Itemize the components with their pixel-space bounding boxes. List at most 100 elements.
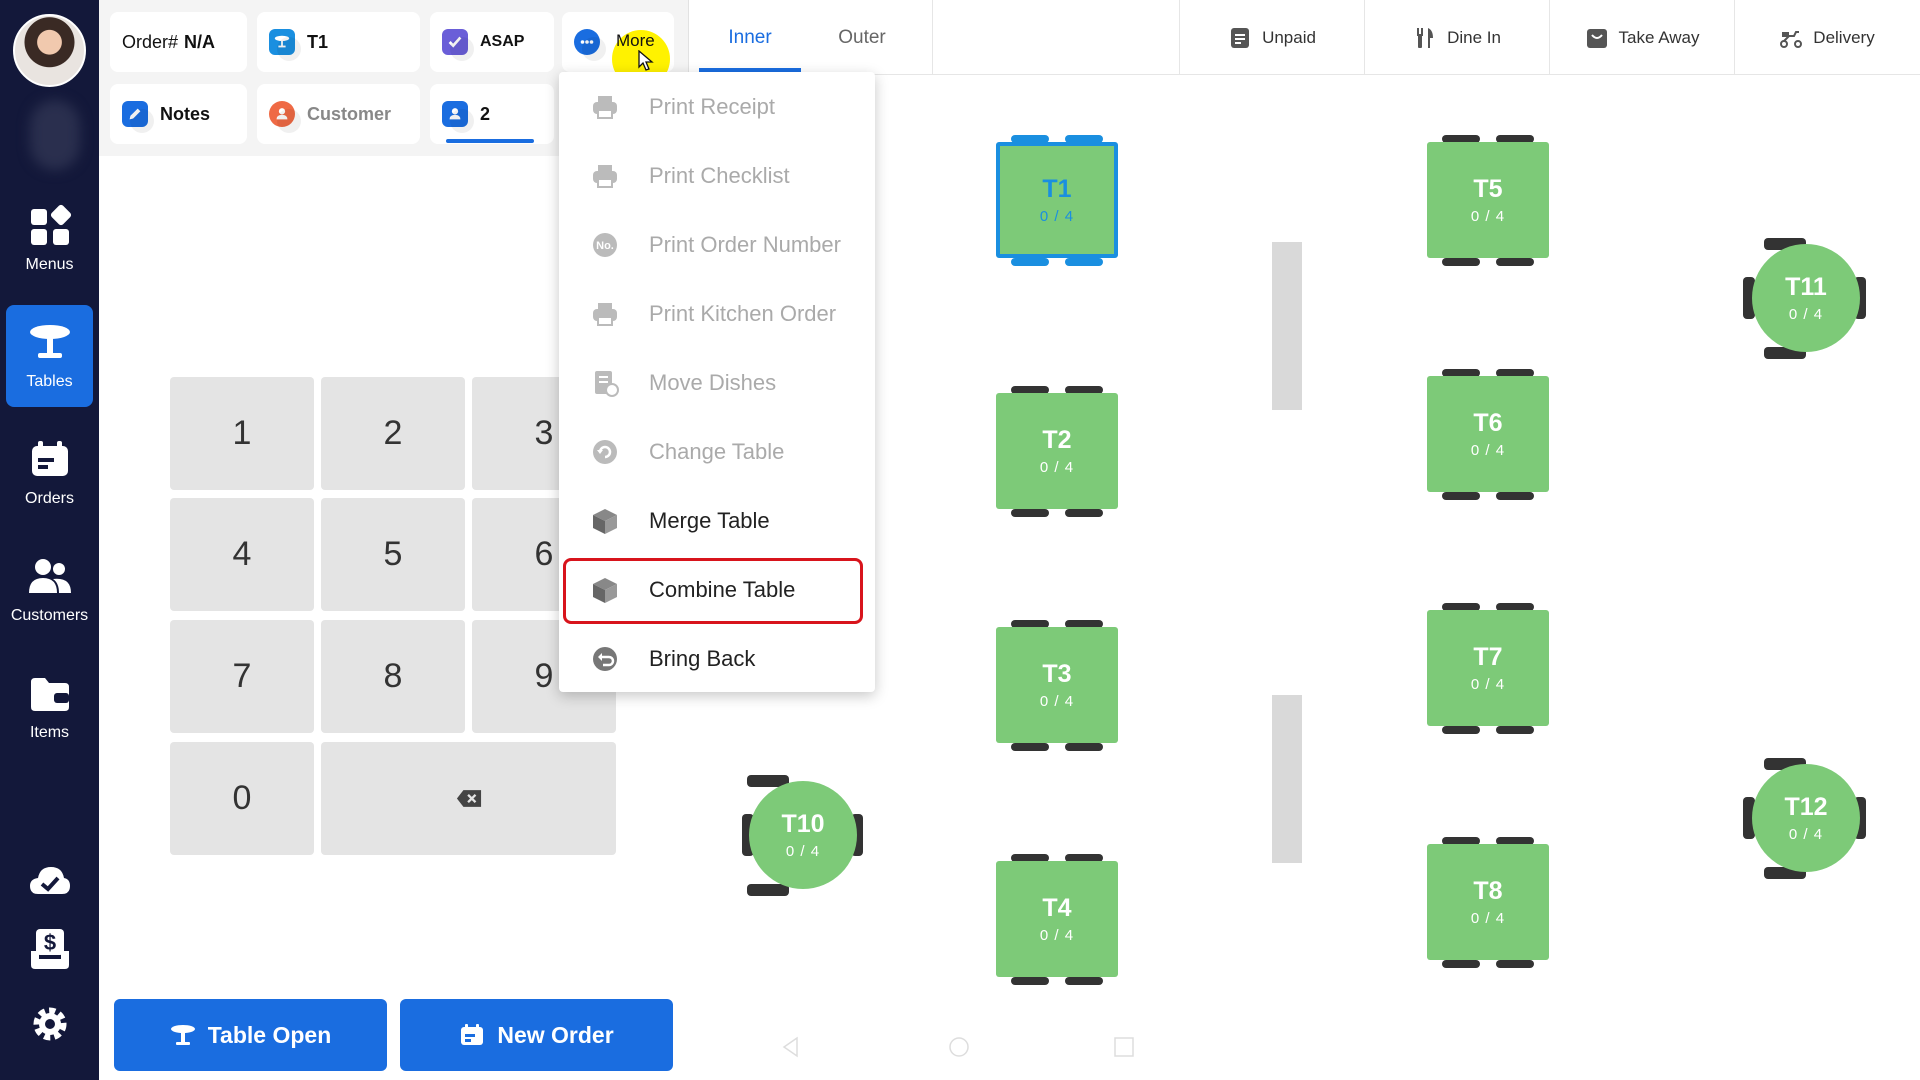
table-capacity: 0 / 4 [1039, 927, 1075, 944]
table-t11[interactable]: T11 0 / 4 [1752, 244, 1860, 352]
table-t3[interactable]: T3 0 / 4 [996, 627, 1118, 743]
notes-chip[interactable]: Notes [110, 84, 247, 144]
table-capacity: 0 / 4 [1039, 208, 1075, 225]
keypad-key-2[interactable]: 2 [321, 377, 465, 490]
sidebar-item-tables[interactable]: Tables [6, 305, 93, 407]
table-name: T12 [1784, 793, 1828, 821]
cloud-check-icon[interactable] [28, 858, 72, 902]
table-t7[interactable]: T7 0 / 4 [1427, 610, 1549, 726]
table-t6[interactable]: T6 0 / 4 [1427, 376, 1549, 492]
gear-icon[interactable] [28, 1002, 72, 1046]
chair [1442, 492, 1480, 500]
filter-dine-in[interactable]: Dine In [1365, 0, 1549, 75]
table-t8[interactable]: T8 0 / 4 [1427, 844, 1549, 960]
menu-item-label: Print Kitchen Order [649, 300, 837, 326]
home-nav-icon[interactable] [947, 1035, 971, 1059]
menu-item-print-order-number[interactable]: No. Print Order Number [559, 210, 875, 279]
table-t12[interactable]: T12 0 / 4 [1752, 764, 1860, 872]
filter-label: Delivery [1813, 27, 1875, 47]
keypad-key-5[interactable]: 5 [321, 498, 465, 611]
table-t4[interactable]: T4 0 / 4 [996, 861, 1118, 977]
table-name: T10 [781, 810, 825, 838]
table-t5[interactable]: T5 0 / 4 [1427, 142, 1549, 258]
table-open-button[interactable]: Table Open [114, 999, 387, 1071]
filter-unpaid[interactable]: Unpaid [1180, 0, 1364, 75]
table-name: T11 [1785, 273, 1827, 301]
back-nav-icon[interactable] [779, 1035, 803, 1059]
tab-inner[interactable]: Inner [699, 0, 801, 75]
cash-drawer-icon[interactable]: $ [28, 927, 72, 971]
table-name: T8 [1473, 877, 1503, 905]
guests-chip-label: 2 [480, 103, 491, 124]
menu-item-print-checklist[interactable]: Print Checklist [559, 141, 875, 210]
more-button-label[interactable]: More [616, 30, 655, 52]
filter-label: Unpaid [1262, 27, 1316, 47]
table-capacity: 0 / 4 [1039, 459, 1075, 476]
order-number-icon: No. [591, 231, 619, 259]
avatar[interactable] [13, 14, 86, 87]
table-t2[interactable]: T2 0 / 4 [996, 393, 1118, 509]
folder-icon [30, 678, 69, 711]
chair [1065, 743, 1103, 751]
keypad-backspace[interactable] [321, 742, 616, 855]
floor-topbar: Inner Outer Unpaid Dine In Take Away Del… [689, 0, 1920, 75]
sidebar-item-items[interactable]: Items [6, 656, 93, 758]
customer-chip[interactable]: Customer [257, 84, 420, 144]
menu-item-bring-back[interactable]: Bring Back [559, 624, 875, 693]
table-t10[interactable]: T10 0 / 4 [749, 781, 857, 889]
menu-item-change-table[interactable]: Change Table [559, 417, 875, 486]
sidebar-item-label: Orders [25, 490, 74, 507]
svg-text:No.: No. [596, 240, 614, 252]
table-name: T3 [1042, 660, 1072, 688]
menu-item-label: Move Dishes [649, 369, 777, 395]
table-capacity: 0 / 4 [1788, 826, 1824, 843]
filter-delivery[interactable]: Delivery [1735, 0, 1919, 75]
table-t1[interactable]: T1 0 / 4 [996, 142, 1118, 258]
timing-chip[interactable]: ASAP [430, 12, 554, 72]
divider [932, 0, 933, 75]
table-name: T6 [1473, 409, 1503, 437]
menu-item-print-kitchen-order[interactable]: Print Kitchen Order [559, 279, 875, 348]
table-capacity: 0 / 4 [1470, 910, 1506, 927]
floor-divider [1272, 695, 1302, 863]
filter-take-away[interactable]: Take Away [1550, 0, 1734, 75]
table-capacity: 0 / 4 [785, 843, 821, 860]
keypad-key-4[interactable]: 4 [170, 498, 314, 611]
table-name: T2 [1042, 426, 1072, 454]
customer-chip-label: Customer [307, 103, 392, 124]
keypad-key-0[interactable]: 0 [170, 742, 314, 855]
receipt-icon [1231, 27, 1250, 48]
guests-underline [446, 139, 534, 143]
sidebar-item-orders[interactable]: Orders [6, 422, 93, 524]
bag-icon [1586, 28, 1607, 48]
sidebar-item-customers[interactable]: Customers [6, 539, 93, 641]
guests-chip[interactable]: 2 [430, 84, 554, 144]
orders-icon [461, 1024, 484, 1045]
chair [1065, 509, 1103, 517]
keypad-key-7[interactable]: 7 [170, 620, 314, 733]
new-order-label: New Order [497, 1021, 614, 1048]
keypad-key-8[interactable]: 8 [321, 620, 465, 733]
menu-item-print-receipt[interactable]: Print Receipt [559, 72, 875, 141]
mouse-cursor-icon [638, 50, 654, 71]
order-number-value: N/A [184, 31, 216, 52]
menu-item-merge-table[interactable]: Merge Table [559, 486, 875, 555]
table-capacity: 0 / 4 [1470, 208, 1506, 225]
chair [1442, 726, 1480, 734]
timing-chip-label: ASAP [480, 33, 525, 50]
menu-item-move-dishes[interactable]: Move Dishes [559, 348, 875, 417]
chair [1011, 258, 1049, 266]
keypad-key-1[interactable]: 1 [170, 377, 314, 490]
tab-outer[interactable]: Outer [811, 0, 913, 75]
table-open-label: Table Open [207, 1021, 332, 1048]
chair [1496, 960, 1534, 968]
table-chip[interactable]: T1 [257, 12, 420, 72]
recent-apps-icon[interactable] [1112, 1035, 1136, 1059]
sidebar-item-menus[interactable]: Menus [6, 188, 93, 290]
combine-table-highlight [563, 558, 863, 624]
calendar-check-icon [442, 29, 474, 61]
table-capacity: 0 / 4 [1470, 676, 1506, 693]
customers-icon [28, 559, 71, 593]
new-order-button[interactable]: New Order [400, 999, 673, 1071]
chair [1011, 743, 1049, 751]
